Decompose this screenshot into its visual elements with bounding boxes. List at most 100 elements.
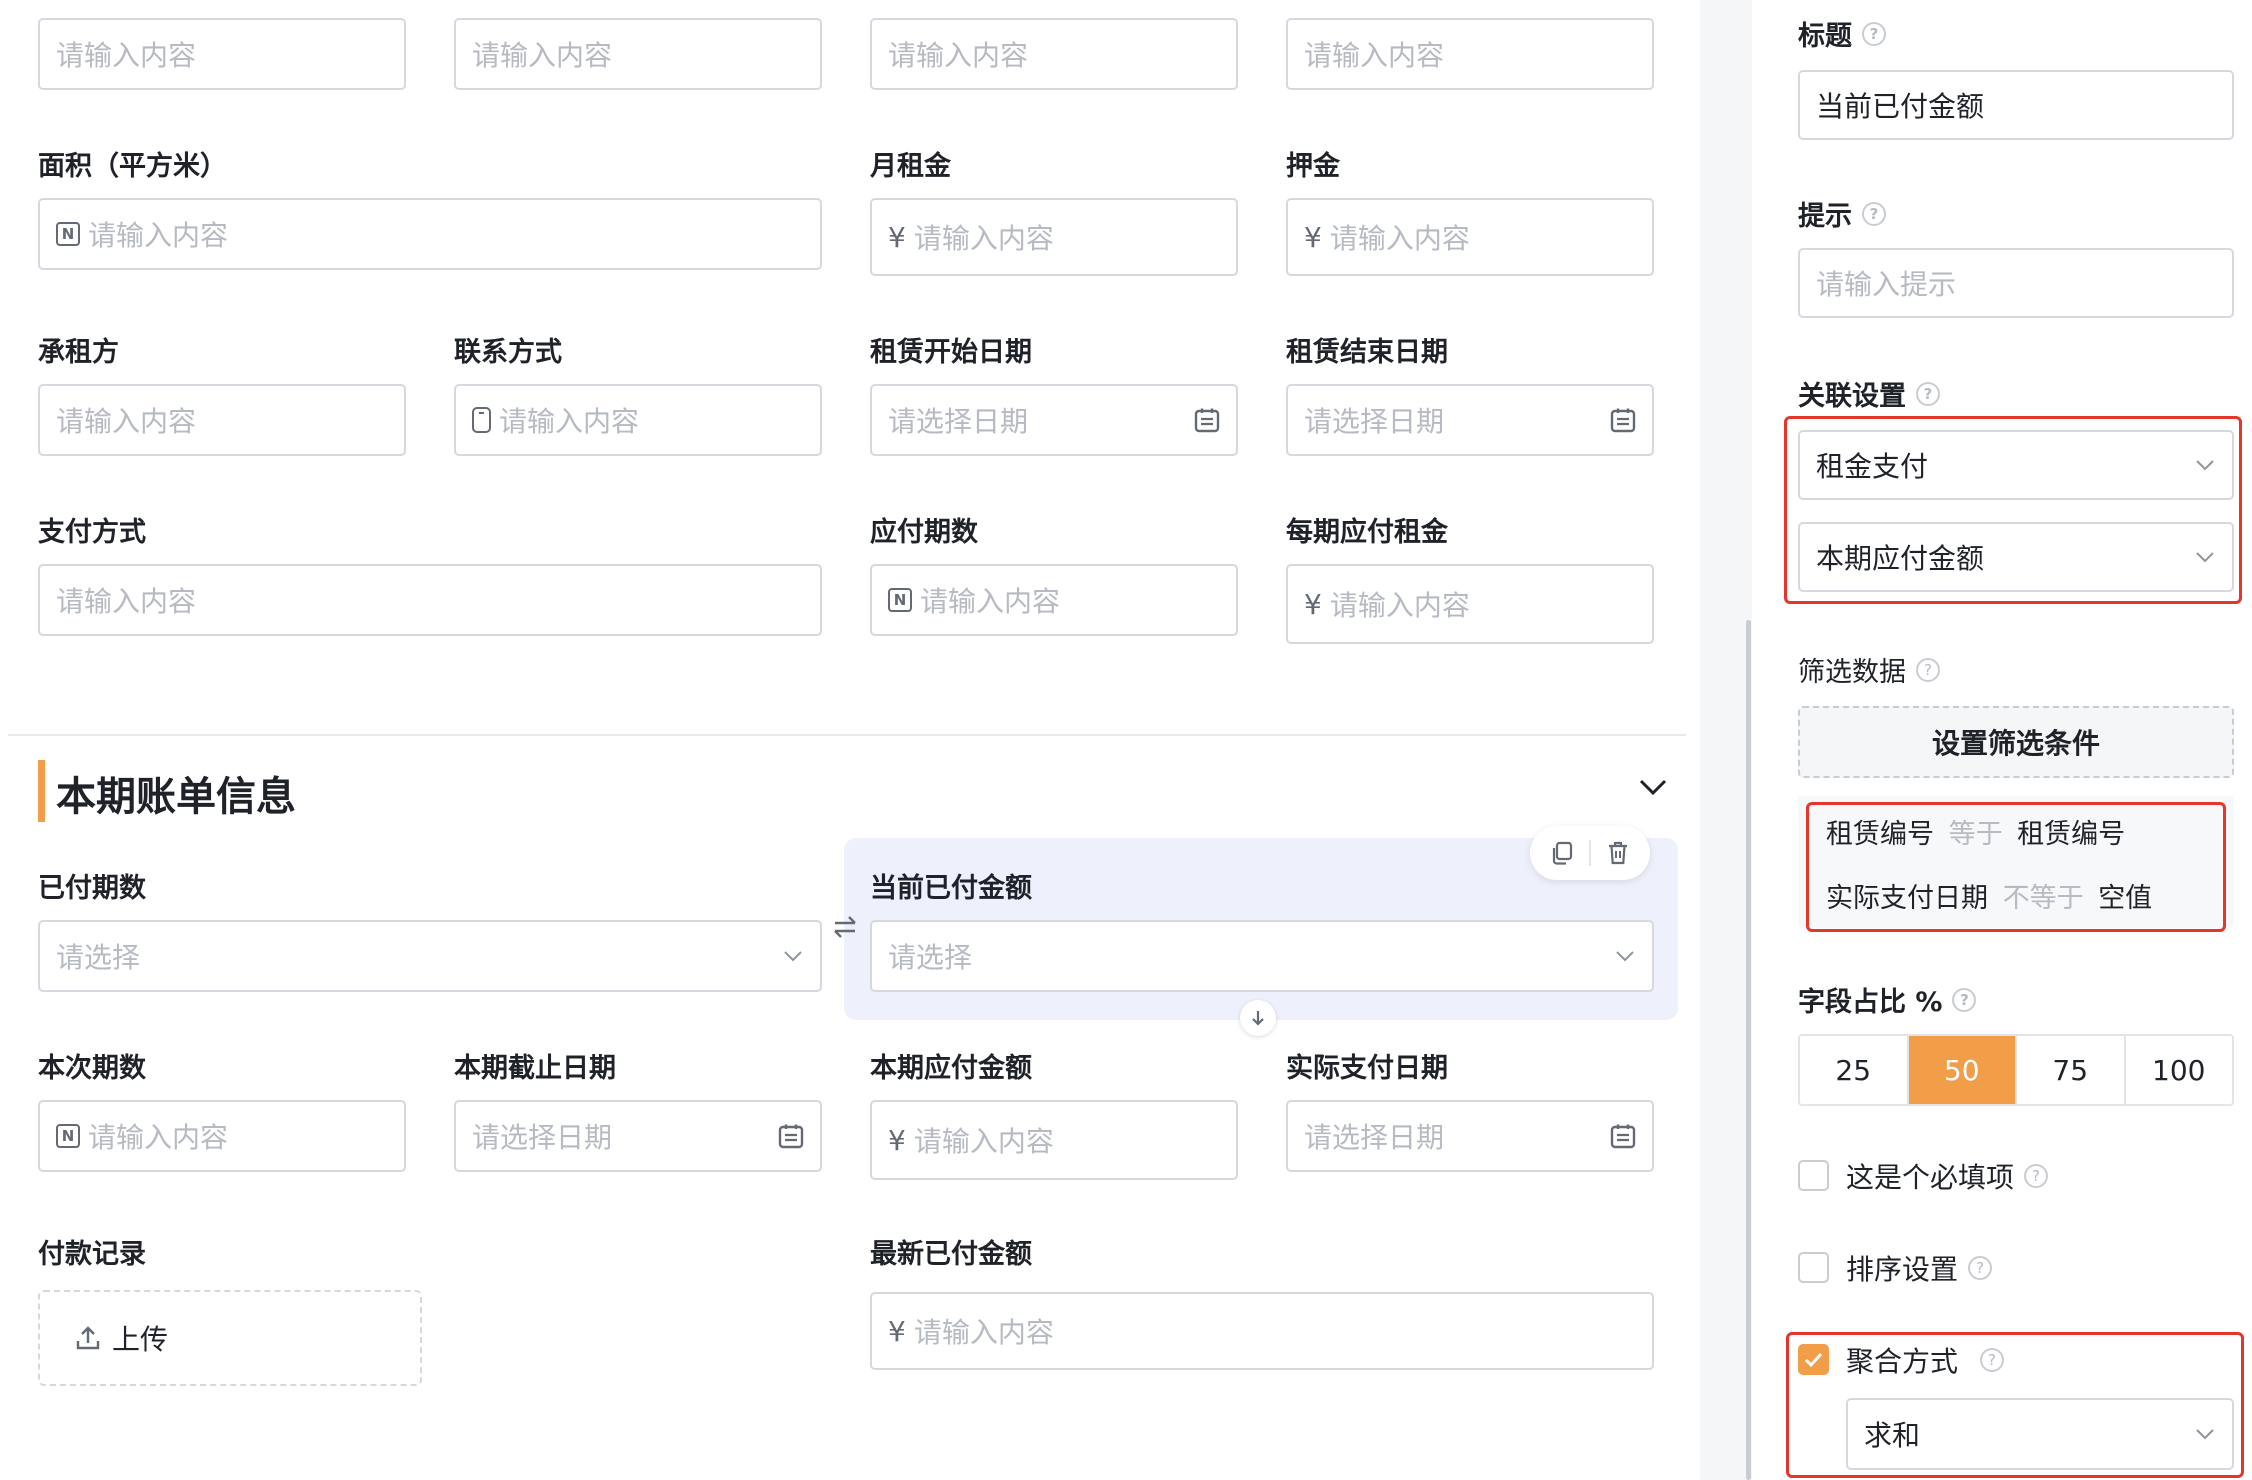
latest-paid-label: 最新已付金额 <box>870 1239 1032 1270</box>
lease-end-label: 租赁结束日期 <box>1286 337 1448 368</box>
contact-input[interactable]: 请输入内容 <box>454 384 822 456</box>
phone-field-icon <box>472 407 491 433</box>
scrollbar[interactable] <box>1746 620 1751 1480</box>
tenant-input[interactable]: 请输入内容 <box>38 384 406 456</box>
lease-end-date-picker[interactable]: 请选择日期 <box>1286 384 1654 456</box>
calendar-icon[interactable] <box>778 1123 804 1149</box>
calendar-icon[interactable] <box>1610 1123 1636 1149</box>
placeholder: 请输入内容 <box>56 39 197 72</box>
help-icon[interactable]: ? <box>1952 987 1977 1012</box>
area-label: 面积（平方米） <box>38 151 227 182</box>
width-option-25[interactable]: 25 <box>1800 1036 1909 1104</box>
area-input[interactable]: N 请输入内容 <box>38 198 822 270</box>
placeholder: 请输入内容 <box>56 405 197 438</box>
amount-due-input[interactable]: ¥ 请输入内容 <box>870 1100 1238 1180</box>
hint-input[interactable]: 请输入提示 <box>1798 248 2234 318</box>
yen-icon: ¥ <box>1304 587 1322 621</box>
periods-due-input[interactable]: N 请输入内容 <box>870 564 1238 636</box>
paid-periods-select[interactable]: 请选择 <box>38 920 822 992</box>
number-icon: N <box>888 588 912 612</box>
actual-date-label: 实际支付日期 <box>1286 1053 1448 1084</box>
placeholder: 请输入内容 <box>1304 39 1445 72</box>
paid-periods-label: 已付期数 <box>38 873 146 904</box>
monthly-rent-input[interactable]: ¥ 请输入内容 <box>870 198 1238 276</box>
help-icon[interactable]: ? <box>1862 201 1886 226</box>
help-icon[interactable]: ? <box>1968 1256 1993 1280</box>
field-width-text: 字段占比 % <box>1798 987 1943 1018</box>
payment-record-label: 付款记录 <box>38 1239 146 1270</box>
upload-icon <box>74 1324 102 1352</box>
deposit-input[interactable]: ¥ 请输入内容 <box>1286 198 1654 276</box>
set-filter-button[interactable]: 设置筛选条件 <box>1798 706 2234 778</box>
section-divider <box>8 734 1686 736</box>
required-label: 这是个必填项 ? <box>1846 1156 2049 1196</box>
field-actions-toolbar <box>1530 826 1650 880</box>
periods-due-label: 应付期数 <box>870 517 978 548</box>
filter-data-label: 筛选数据 ? <box>1798 650 1940 689</box>
rent-per-period-input[interactable]: ¥ 请输入内容 <box>1286 564 1654 644</box>
placeholder: 请输入内容 <box>88 219 229 252</box>
help-icon[interactable]: ? <box>1862 21 1886 46</box>
properties-panel: 标题 ? 当前已付金额 提示 ? 请输入提示 关联设置 ? 租金支付 本期应付金… <box>1752 0 2252 1480</box>
width-option-100[interactable]: 100 <box>2126 1036 2233 1104</box>
placeholder: 请输入提示 <box>1816 268 1957 301</box>
input-value: 当前已付金额 <box>1816 90 1985 123</box>
payment-method-input[interactable]: 请输入内容 <box>38 564 822 636</box>
calendar-icon[interactable] <box>1194 407 1220 433</box>
text-input-1[interactable]: 请输入内容 <box>38 18 406 90</box>
panel-gutter <box>1700 0 1752 1480</box>
sort-checkbox[interactable] <box>1798 1252 1829 1283</box>
phone-icon <box>472 407 491 433</box>
due-date-picker[interactable]: 请选择日期 <box>454 1100 822 1172</box>
rent-per-period-label: 每期应付租金 <box>1286 517 1448 548</box>
tenant-label: 承租方 <box>38 337 119 368</box>
placeholder: 请输入内容 <box>913 1125 1054 1158</box>
title-setting-label: 标题 ? <box>1798 14 1886 53</box>
placeholder: 请选择日期 <box>1304 405 1445 438</box>
title-input[interactable]: 当前已付金额 <box>1798 70 2234 140</box>
help-icon[interactable]: ? <box>1916 657 1940 682</box>
placeholder: 请选择 <box>888 941 973 974</box>
required-checkbox[interactable] <box>1798 1160 1829 1191</box>
yen-icon: ¥ <box>1304 220 1322 254</box>
copy-icon[interactable] <box>1548 839 1576 867</box>
this-period-label: 本次期数 <box>38 1053 146 1084</box>
upload-label: 上传 <box>112 1323 169 1356</box>
section-accent-bar <box>38 760 45 822</box>
calendar-icon[interactable] <box>1610 407 1636 433</box>
placeholder: 请输入内容 <box>472 39 613 72</box>
yen-icon: ¥ <box>888 220 906 254</box>
sort-label: 排序设置 ? <box>1846 1248 1993 1288</box>
help-icon[interactable]: ? <box>2024 1164 2049 1188</box>
placeholder: 请输入内容 <box>56 585 197 618</box>
placeholder: 请输入内容 <box>1329 222 1470 255</box>
width-option-50[interactable]: 50 <box>1908 1036 2017 1104</box>
swap-icon[interactable] <box>830 912 860 942</box>
text-input-3[interactable]: 请输入内容 <box>870 18 1238 90</box>
text-input-4[interactable]: 请输入内容 <box>1286 18 1654 90</box>
number-icon: N <box>56 222 80 246</box>
lease-start-date-picker[interactable]: 请选择日期 <box>870 384 1238 456</box>
relation-setting-label: 关联设置 ? <box>1798 374 1940 413</box>
monthly-rent-label: 月租金 <box>870 151 951 182</box>
text-input-2[interactable]: 请输入内容 <box>454 18 822 90</box>
chevron-down-icon[interactable] <box>1636 770 1670 804</box>
number-field-icon: N <box>56 1124 80 1148</box>
current-paid-select[interactable]: 请选择 <box>870 920 1654 992</box>
trash-icon[interactable] <box>1604 839 1632 867</box>
section-title: 本期账单信息 <box>56 774 296 820</box>
width-option-75[interactable]: 75 <box>2017 1036 2126 1104</box>
arrow-down-icon[interactable] <box>1240 1000 1276 1036</box>
latest-paid-input[interactable]: ¥ 请输入内容 <box>870 1292 1654 1370</box>
placeholder: 请选择日期 <box>1304 1121 1445 1154</box>
aggregate-highlight-box <box>1786 1332 2244 1478</box>
help-icon[interactable]: ? <box>1916 381 1940 406</box>
number-field-icon: N <box>888 588 912 612</box>
actual-date-picker[interactable]: 请选择日期 <box>1286 1100 1654 1172</box>
this-period-input[interactable]: N 请输入内容 <box>38 1100 406 1172</box>
filter-highlight-box <box>1806 802 2226 932</box>
chevron-down-icon <box>782 945 804 967</box>
upload-dropzone[interactable]: 上传 <box>38 1290 422 1386</box>
hint-setting-text: 提示 <box>1798 201 1852 232</box>
lease-start-label: 租赁开始日期 <box>870 337 1032 368</box>
